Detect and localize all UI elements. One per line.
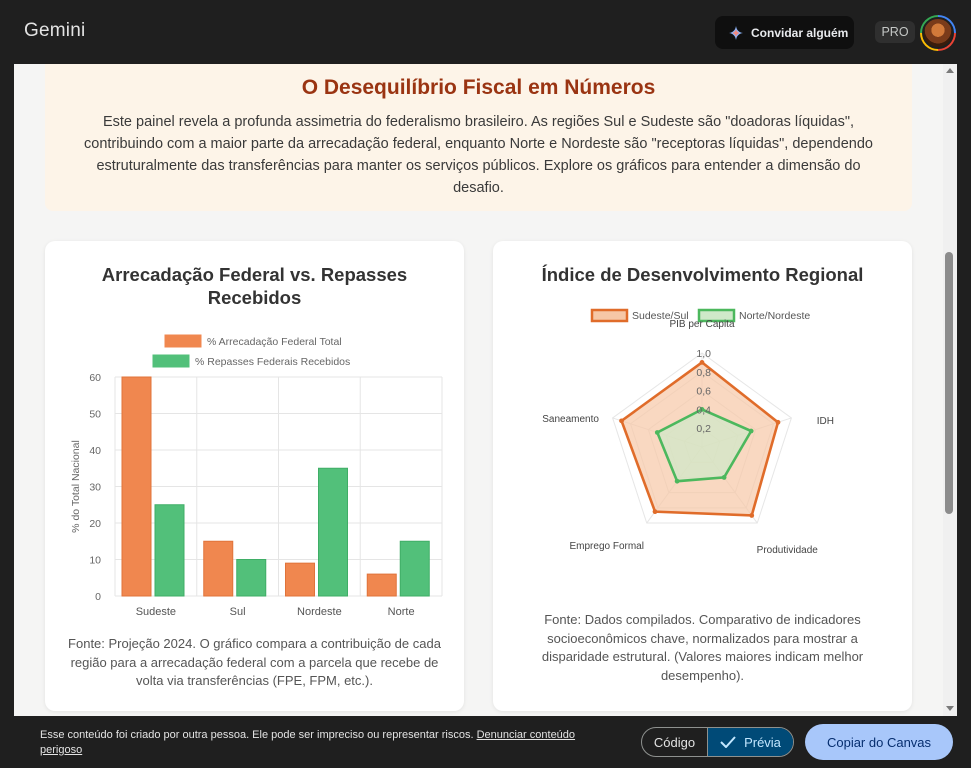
bar-Nordeste-1 xyxy=(318,467,348,597)
scrollbar-thumb[interactable] xyxy=(945,252,953,514)
y-tick-label: 10 xyxy=(89,555,101,567)
scroll-down-icon[interactable] xyxy=(946,706,954,711)
bar-Sudeste-1 xyxy=(154,504,185,597)
code-tab[interactable]: Código xyxy=(642,728,707,756)
page-title: O Desequilíbrio Fiscal em Números xyxy=(301,76,656,99)
x-tick-label: Norte xyxy=(388,606,415,618)
preview-label: Prévia xyxy=(744,734,781,750)
x-tick-label: Sudeste xyxy=(136,606,176,618)
radar-point-0-3 xyxy=(652,509,658,515)
radar-axis-label: Produtividade xyxy=(757,545,819,556)
radar-point-1-2 xyxy=(721,475,727,480)
view-toggle: Código Prévia xyxy=(641,727,794,757)
scroll-up-icon[interactable] xyxy=(946,68,954,73)
legend-label-0: % Arrecadação Federal Total xyxy=(207,336,342,348)
radar-point-0-1 xyxy=(775,419,781,425)
check-icon xyxy=(720,736,736,748)
radar-chart-source: Fonte: Dados compilados. Comparativo de … xyxy=(541,612,864,683)
invite-button[interactable]: Convidar alguém xyxy=(715,16,854,49)
x-tick-label: Sul xyxy=(230,606,246,618)
radar-legend-swatch-0 xyxy=(590,308,629,323)
bar-Norte-1 xyxy=(399,540,430,597)
brand-logo[interactable]: Gemini xyxy=(24,20,85,42)
avatar-image xyxy=(922,17,954,49)
disclaimer: Esse conteúdo foi criado por outra pesso… xyxy=(40,728,620,758)
preview-tab[interactable]: Prévia xyxy=(707,728,793,756)
radar-axis-label: PIB per Capita xyxy=(669,319,734,330)
radar-chart: Sudeste/Sul Norte/Nordeste0,20,40,60,81,0… xyxy=(542,308,834,556)
intro-text: Este painel revela a profunda assimetria… xyxy=(84,114,873,196)
radar-axis-label: IDH xyxy=(817,416,834,427)
radar-point-0-4 xyxy=(619,418,624,424)
avatar[interactable] xyxy=(920,15,956,51)
bar-Sul-0 xyxy=(203,540,234,597)
bar-chart-card: Arrecadação Federal vs. Repasses Recebid… xyxy=(45,241,464,711)
y-tick-label: 20 xyxy=(89,518,101,530)
pro-badge: PRO xyxy=(875,21,915,43)
radar-point-0-2 xyxy=(749,513,755,518)
legend-swatch-0 xyxy=(164,334,202,348)
x-tick-label: Nordeste xyxy=(297,606,342,618)
bar-Sudeste-0 xyxy=(121,376,152,597)
y-axis-label: % do Total Nacional xyxy=(70,440,82,533)
radar-point-0-0 xyxy=(699,360,705,365)
bar-Sul-1 xyxy=(236,559,267,597)
bottom-bar: Esse conteúdo foi criado por outra pesso… xyxy=(0,716,971,768)
copy-canvas-button[interactable]: Copiar do Canvas xyxy=(805,724,953,760)
radar-point-1-4 xyxy=(654,430,660,435)
invite-label: Convidar alguém xyxy=(751,25,849,40)
radar-tick-label: 0,8 xyxy=(696,367,711,379)
y-tick-label: 0 xyxy=(95,591,101,603)
radar-tick-label: 0,2 xyxy=(696,423,711,435)
radar-tick-label: 0,6 xyxy=(696,386,711,398)
bar-chart-source: Fonte: Projeção 2024. O gráfico compara … xyxy=(68,636,441,688)
radar-tick-label: 0,4 xyxy=(696,404,711,416)
radar-point-1-1 xyxy=(748,428,754,434)
intro-panel: O Desequilíbrio Fiscal em Números Este p… xyxy=(45,64,912,211)
radar-chart-card: Índice de Desenvolvimento Regional Sudes… xyxy=(493,241,912,711)
canvas-preview: O Desequilíbrio Fiscal em Números Este p… xyxy=(14,64,943,716)
top-bar: Gemini Convidar alguém PRO xyxy=(0,0,971,64)
radar-point-1-3 xyxy=(674,478,680,484)
disclaimer-text: Esse conteúdo foi criado por outra pesso… xyxy=(40,729,474,741)
radar-axis-label: Emprego Formal xyxy=(570,541,644,552)
legend-swatch-1 xyxy=(152,354,190,368)
legend-label-1: % Repasses Federais Recebidos xyxy=(195,356,350,368)
y-tick-label: 40 xyxy=(89,445,101,457)
y-tick-label: 60 xyxy=(89,372,101,384)
y-tick-label: 30 xyxy=(89,482,101,494)
bar-chart: % Arrecadação Federal Total % Repasses Fe… xyxy=(70,334,443,618)
y-tick-label: 50 xyxy=(89,409,101,421)
radar-legend-label-1: Norte/Nordeste xyxy=(739,310,810,322)
bar-Norte-0 xyxy=(366,573,397,597)
radar-tick-label: 1,0 xyxy=(696,348,711,360)
bar-Nordeste-0 xyxy=(285,562,315,597)
radar-axis-label: Saneamento xyxy=(542,414,599,425)
sparkle-icon xyxy=(729,25,743,40)
